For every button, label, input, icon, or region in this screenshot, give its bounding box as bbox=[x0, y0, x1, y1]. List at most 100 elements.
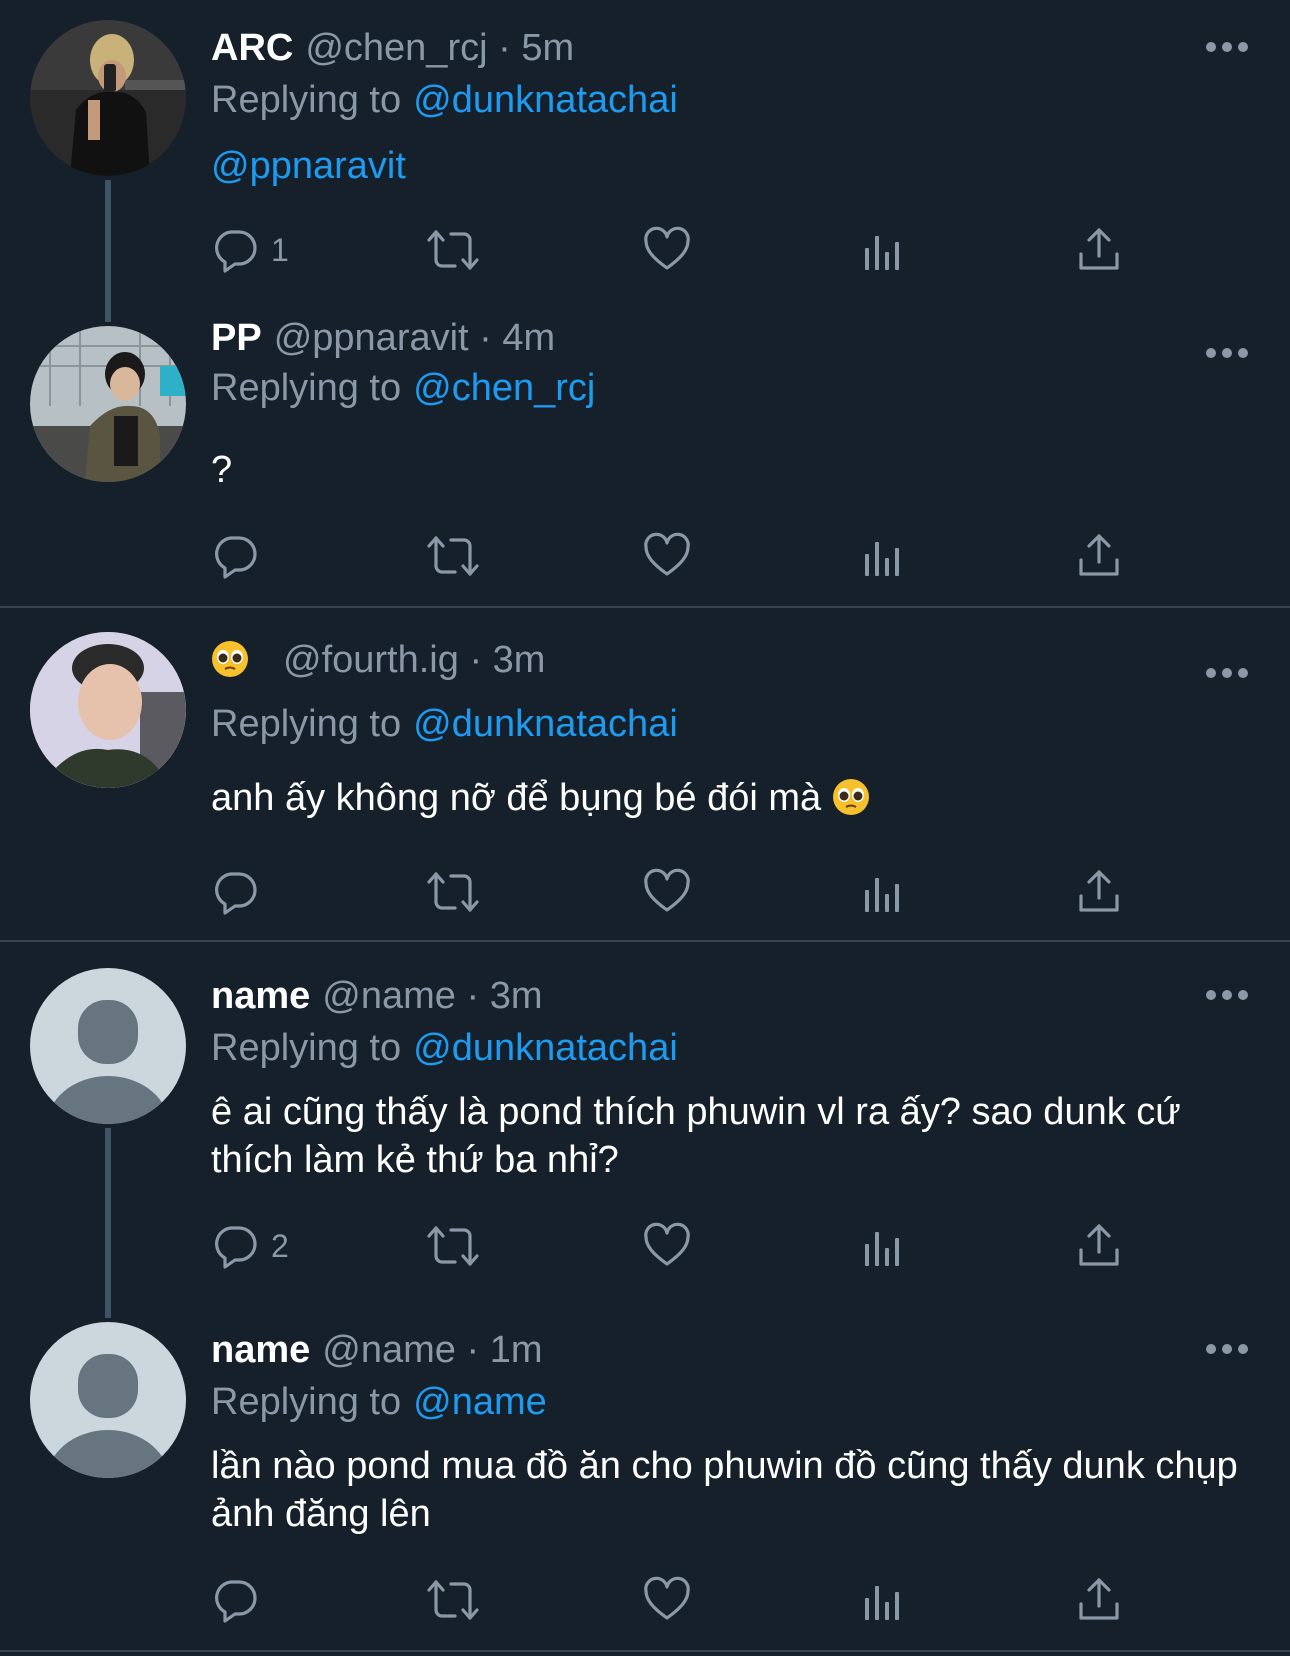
avatar[interactable] bbox=[30, 326, 186, 482]
share-icon bbox=[1079, 1224, 1119, 1266]
tweet-header: PP @ppnaravit · 4m bbox=[211, 316, 555, 360]
tweet-actions bbox=[211, 866, 1131, 918]
timestamp[interactable]: · 1m bbox=[466, 1329, 542, 1371]
analytics-icon bbox=[865, 878, 899, 912]
tweet-text: ê ai cũng thấy là pond thích phuwin vl r… bbox=[211, 1091, 1181, 1181]
timestamp[interactable]: · 3m bbox=[466, 975, 542, 1017]
tweet[interactable]: @fourth.ig · 3m Replying to @dunknatachai… bbox=[0, 608, 1290, 940]
avatar[interactable] bbox=[30, 20, 186, 176]
reply-icon bbox=[215, 872, 257, 915]
thread-connector bbox=[105, 1128, 111, 1318]
retweet-button[interactable] bbox=[425, 866, 481, 918]
tweet[interactable]: ARC @chen_rcj · 5m Replying to @dunknatach… bbox=[0, 0, 1290, 322]
share-button[interactable] bbox=[1077, 866, 1121, 918]
reply-button[interactable]: 1 bbox=[211, 224, 289, 276]
like-button[interactable] bbox=[643, 530, 691, 582]
pleading-face-emoji bbox=[832, 778, 870, 816]
like-button[interactable] bbox=[643, 1220, 691, 1272]
reply-button[interactable] bbox=[211, 1574, 271, 1626]
tweet-header: @fourth.ig · 3m bbox=[211, 638, 545, 682]
heart-icon bbox=[644, 532, 690, 576]
retweet-button[interactable] bbox=[425, 1574, 481, 1626]
retweet-button[interactable] bbox=[425, 224, 481, 276]
replying-to: Replying to @chen_rcj bbox=[211, 366, 595, 410]
heart-icon bbox=[644, 1222, 690, 1266]
tweet-actions: 2 bbox=[211, 1220, 1131, 1272]
views-button[interactable] bbox=[863, 866, 903, 918]
handle[interactable]: @name bbox=[322, 975, 456, 1017]
more-options-icon[interactable] bbox=[1205, 40, 1249, 54]
views-button[interactable] bbox=[863, 530, 903, 582]
replying-mention[interactable]: @name bbox=[413, 1381, 547, 1423]
share-button[interactable] bbox=[1077, 1574, 1121, 1626]
heart-icon bbox=[644, 226, 690, 270]
like-button[interactable] bbox=[643, 866, 691, 918]
reply-count: 1 bbox=[271, 231, 289, 268]
more-options-icon[interactable] bbox=[1205, 988, 1249, 1002]
display-name[interactable]: ARC bbox=[211, 27, 293, 69]
avatar[interactable] bbox=[30, 1322, 186, 1478]
replying-to: Replying to @name bbox=[211, 1380, 547, 1424]
retweet-icon bbox=[427, 230, 479, 270]
tweet-actions: 1 bbox=[211, 224, 1131, 276]
heart-icon bbox=[644, 1576, 690, 1620]
replying-label: Replying to bbox=[211, 367, 402, 409]
timestamp[interactable]: · 3m bbox=[469, 639, 545, 681]
tweet-text: lần nào pond mua đồ ăn cho phuwin đồ cũn… bbox=[211, 1445, 1238, 1535]
tweet-actions bbox=[211, 530, 1131, 582]
display-name[interactable]: name bbox=[211, 1329, 310, 1371]
handle[interactable]: @ppnaravit bbox=[274, 317, 469, 359]
reply-icon bbox=[215, 1226, 257, 1269]
retweet-icon bbox=[427, 536, 479, 576]
display-name[interactable]: PP bbox=[211, 317, 262, 359]
reply-button[interactable] bbox=[211, 530, 271, 582]
reply-button[interactable] bbox=[211, 866, 271, 918]
tweet[interactable]: name @name · 3m Replying to @dunknatachai … bbox=[0, 942, 1290, 1318]
handle[interactable]: @chen_rcj bbox=[305, 27, 487, 69]
pleading-face-emoji bbox=[211, 640, 249, 678]
views-button[interactable] bbox=[863, 224, 903, 276]
timestamp[interactable]: · 4m bbox=[479, 317, 555, 359]
retweet-button[interactable] bbox=[425, 1220, 481, 1272]
more-options-icon[interactable] bbox=[1205, 666, 1249, 680]
retweet-icon bbox=[427, 872, 479, 912]
share-button[interactable] bbox=[1077, 530, 1121, 582]
share-button[interactable] bbox=[1077, 1220, 1121, 1272]
replying-label: Replying to bbox=[211, 79, 402, 121]
retweet-button[interactable] bbox=[425, 530, 481, 582]
tweet[interactable]: PP @ppnaravit · 4m Replying to @chen_rcj ? bbox=[0, 300, 1290, 606]
reply-button[interactable]: 2 bbox=[211, 1220, 289, 1272]
replying-mention[interactable]: @dunknatachai bbox=[413, 1027, 678, 1069]
replying-label: Replying to bbox=[211, 1381, 402, 1423]
tweet-header: ARC @chen_rcj · 5m bbox=[211, 26, 574, 70]
avatar[interactable] bbox=[30, 632, 186, 788]
handle[interactable]: @name bbox=[322, 1329, 456, 1371]
views-button[interactable] bbox=[863, 1574, 903, 1626]
display-name[interactable]: name bbox=[211, 975, 310, 1017]
share-button[interactable] bbox=[1077, 224, 1121, 276]
reply-icon bbox=[215, 536, 257, 579]
analytics-icon bbox=[865, 1232, 899, 1266]
divider bbox=[0, 1650, 1290, 1652]
replying-mention[interactable]: @dunknatachai bbox=[413, 703, 678, 745]
share-icon bbox=[1079, 1578, 1119, 1620]
replying-to: Replying to @dunknatachai bbox=[211, 702, 678, 746]
tweet-text[interactable]: @ppnaravit bbox=[211, 142, 1251, 190]
views-button[interactable] bbox=[863, 1220, 903, 1272]
tweet[interactable]: name @name · 1m Replying to @name lần nào … bbox=[0, 1296, 1290, 1650]
avatar[interactable] bbox=[30, 968, 186, 1124]
replying-mention[interactable]: @dunknatachai bbox=[413, 79, 678, 121]
tweet-text: ? bbox=[211, 449, 233, 491]
more-options-icon[interactable] bbox=[1205, 346, 1249, 360]
analytics-icon bbox=[865, 236, 899, 270]
tweet-text-line: anh ấy không nỡ để bụng bé đói mà bbox=[211, 774, 1251, 822]
tweet-header: name @name · 3m bbox=[211, 974, 542, 1018]
more-options-icon[interactable] bbox=[1205, 1342, 1249, 1356]
handle[interactable]: @fourth.ig bbox=[283, 639, 459, 681]
retweet-icon bbox=[427, 1580, 479, 1620]
retweet-icon bbox=[427, 1226, 479, 1266]
like-button[interactable] bbox=[643, 1574, 691, 1626]
timestamp[interactable]: · 5m bbox=[498, 27, 574, 69]
replying-mention[interactable]: @chen_rcj bbox=[413, 367, 595, 409]
like-button[interactable] bbox=[643, 224, 691, 276]
